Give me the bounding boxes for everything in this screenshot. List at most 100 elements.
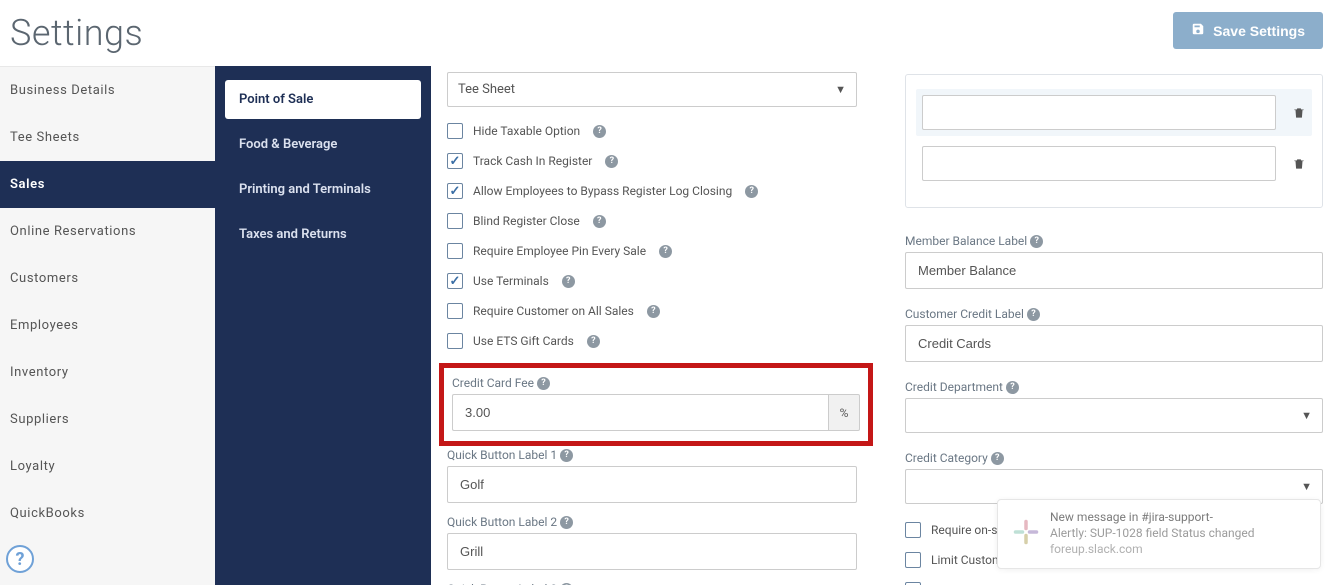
sidebar-item-suppliers[interactable]: Suppliers [0,396,215,443]
caret-down-icon: ▼ [1301,480,1312,493]
checkbox-icon[interactable] [447,333,463,349]
check-label: Require Customer on All Sales [473,304,634,318]
help-icon[interactable]: ? [991,452,1004,465]
checkbox-icon[interactable] [905,552,921,568]
help-icon[interactable]: ? [587,335,600,348]
label-text: Credit Category [905,451,988,465]
credit-category-label: Credit Category ? [905,451,1323,465]
sidebar-item-customers[interactable]: Customers [0,255,215,302]
tab-printing-terminals[interactable]: Printing and Terminals [225,170,421,209]
quick-button-1-label: Quick Button Label 1 ? [447,448,875,462]
trash-icon[interactable] [1292,106,1306,120]
sidebar-item-sales[interactable]: Sales [0,161,215,208]
check-track-cash[interactable]: Track Cash In Register ? [447,153,875,169]
sidebar-item-quickbooks[interactable]: QuickBooks [0,490,215,537]
check-label: Use Terminals [473,274,549,288]
right-box-input-1[interactable] [922,95,1276,130]
checkbox-icon[interactable] [447,273,463,289]
right-box-input-2[interactable] [922,146,1276,181]
help-icon[interactable]: ? [537,377,550,390]
sidebar-item-tee-sheets[interactable]: Tee Sheets [0,114,215,161]
percent-addon: % [828,394,860,431]
checkbox-icon[interactable] [447,123,463,139]
tab-taxes-returns[interactable]: Taxes and Returns [225,215,421,254]
trash-icon[interactable] [1292,157,1306,171]
check-label: Track Cash In Register [473,154,592,168]
slack-notification[interactable]: New message in #jira-support- Alertly: S… [997,499,1321,569]
checkbox-icon[interactable] [905,522,921,538]
slack-logo-icon [1012,518,1040,546]
top-select-value: Tee Sheet [458,82,515,97]
help-icon[interactable]: ? [593,125,606,138]
save-settings-button[interactable]: Save Settings [1173,12,1323,49]
credit-department-select[interactable]: ▼ [905,398,1323,433]
top-select[interactable]: Tee Sheet ▼ [447,72,857,107]
help-icon[interactable]: ? [659,245,672,258]
help-icon[interactable]: ? [605,155,618,168]
caret-down-icon: ▼ [1301,409,1312,422]
check-require-pin[interactable]: Require Employee Pin Every Sale ? [447,243,875,259]
check-hide-taxable[interactable]: Hide Taxable Option ? [447,123,875,139]
quick-button-2-label: Quick Button Label 2 ? [447,515,875,529]
sidebar-item-loyalty[interactable]: Loyalty [0,443,215,490]
right-box [905,74,1323,208]
check-label: Blind Register Close [473,214,580,228]
help-icon[interactable]: ? [647,305,660,318]
customer-credit-label: Customer Credit Label ? [905,307,1323,321]
tab-point-of-sale[interactable]: Point of Sale [225,80,421,119]
help-icon[interactable]: ? [1030,235,1043,248]
label-text: Credit Card Fee [452,376,534,390]
check-label: Require Employee Pin Every Sale [473,244,646,258]
member-balance-input[interactable] [905,252,1323,289]
quick-button-2-input[interactable] [447,533,857,570]
sidebar-sub: Point of Sale Food & Beverage Printing a… [215,66,431,585]
check-use-terminals[interactable]: Use Terminals ? [447,273,875,289]
credit-card-fee-label: Credit Card Fee ? [452,376,860,390]
help-icon[interactable]: ? [1006,381,1019,394]
sidebar-item-online-reservations[interactable]: Online Reservations [0,208,215,255]
checkbox-icon[interactable] [447,183,463,199]
help-icon[interactable]: ? [745,185,758,198]
help-icon[interactable]: ? [1027,308,1040,321]
sidebar-left: Business Details Tee Sheets Sales Online… [0,66,215,585]
check-require-customer[interactable]: Require Customer on All Sales ? [447,303,875,319]
credit-department-label: Credit Department ? [905,380,1323,394]
checkbox-icon[interactable] [447,243,463,259]
check-label: Allow Employees to Bypass Register Log C… [473,184,732,198]
help-icon[interactable]: ? [593,215,606,228]
check-ets-gift-cards[interactable]: Use ETS Gift Cards ? [447,333,875,349]
credit-card-fee-highlight: Credit Card Fee ? % [439,363,873,446]
notif-line-2: Alertly: SUP-1028 field Status changed [1050,526,1302,540]
check-label: Hide Taxable Option [473,124,580,138]
sidebar-item-business-details[interactable]: Business Details [0,67,215,114]
help-icon[interactable]: ? [560,449,573,462]
save-button-label: Save Settings [1213,23,1305,39]
page-title: Settings [10,12,143,54]
sidebar-item-employees[interactable]: Employees [0,302,215,349]
label-text: Quick Button Label 1 [447,448,557,462]
checkbox-icon[interactable] [447,153,463,169]
tab-food-beverage[interactable]: Food & Beverage [225,125,421,164]
pos-settings-column: Tee Sheet ▼ Hide Taxable Option ? Track … [447,70,875,585]
check-blind-register[interactable]: Blind Register Close ? [447,213,875,229]
notif-line-3: foreup.slack.com [1050,542,1302,556]
credit-card-fee-input[interactable] [452,394,828,431]
label-text: Credit Department [905,380,1003,394]
label-text: Quick Button Label 2 [447,515,557,529]
check-allow-bypass[interactable]: Allow Employees to Bypass Register Log C… [447,183,875,199]
help-bubble-icon[interactable]: ? [6,545,34,573]
customer-credit-input[interactable] [905,325,1323,362]
member-balance-label: Member Balance Label ? [905,234,1323,248]
notif-line-1: New message in #jira-support- [1050,510,1302,524]
help-icon[interactable]: ? [560,516,573,529]
label-text: Member Balance Label [905,234,1027,248]
checkbox-icon[interactable] [447,213,463,229]
checkbox-icon[interactable] [447,303,463,319]
check-label: Use ETS Gift Cards [473,334,574,348]
caret-down-icon: ▼ [835,83,846,96]
save-icon [1191,22,1205,39]
quick-button-1-input[interactable] [447,466,857,503]
help-icon[interactable]: ? [562,275,575,288]
sidebar-item-inventory[interactable]: Inventory [0,349,215,396]
label-text: Customer Credit Label [905,307,1024,321]
